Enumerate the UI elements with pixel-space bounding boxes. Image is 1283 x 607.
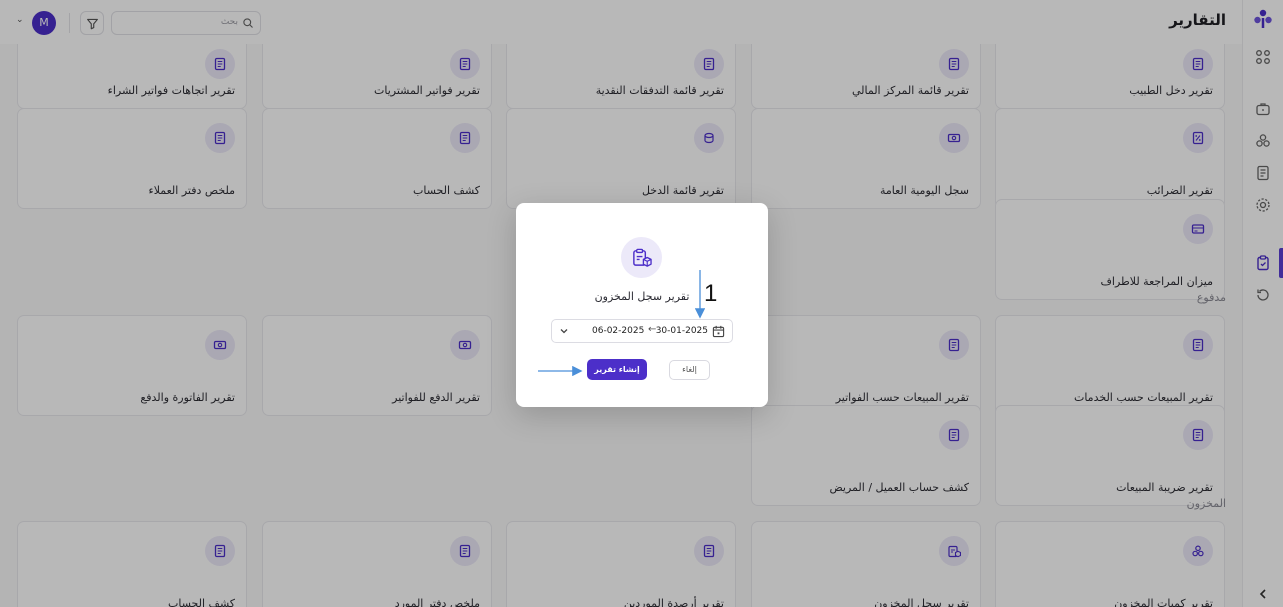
create-report-button[interactable]: إنشاء تقرير <box>587 359 647 380</box>
annotation-step-number: 1 <box>704 280 718 307</box>
report-dialog: تقرير سجل المخزون 30-01-2025 ← 06-02-202… <box>516 203 768 407</box>
date-range-arrow: ← <box>648 324 657 335</box>
app-window: التقارير ⌄ M بحث تقرير دخل الطبيب تقرير … <box>0 0 1283 607</box>
date-from: 30-01-2025 <box>655 326 708 336</box>
date-to: 06-02-2025 <box>592 326 645 336</box>
date-range-picker[interactable]: 30-01-2025 ← 06-02-2025 <box>551 319 733 343</box>
cancel-button[interactable]: إلغاء <box>669 360 710 380</box>
chevron-down-icon <box>560 329 568 334</box>
calendar-icon <box>712 325 725 338</box>
dialog-title: تقرير سجل المخزون <box>594 290 690 303</box>
clipboard-box-icon <box>621 237 662 278</box>
